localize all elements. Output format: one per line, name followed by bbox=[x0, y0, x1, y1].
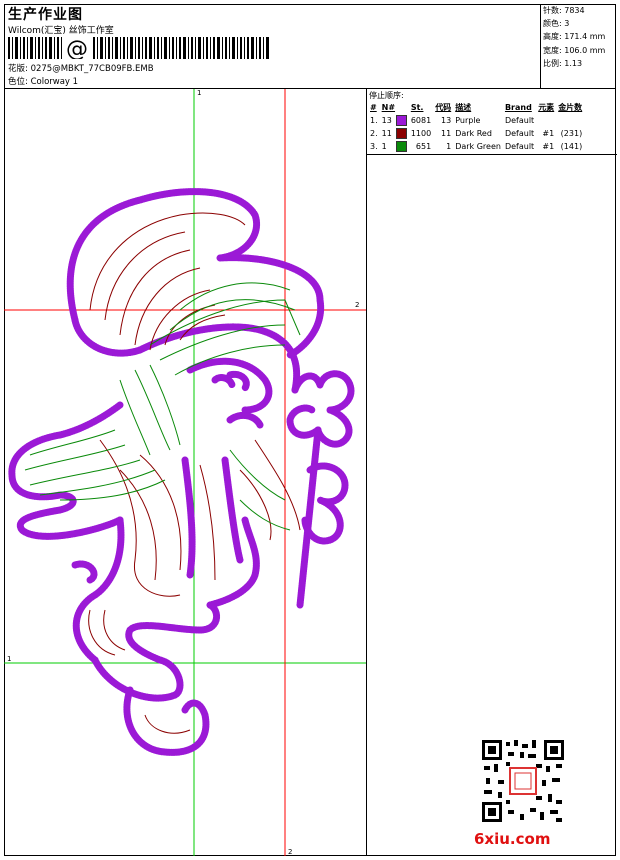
watermark-logo: 6xiu.com bbox=[474, 830, 551, 848]
purple-outline bbox=[8, 188, 355, 756]
qr-center-badge bbox=[509, 767, 537, 795]
qr-code bbox=[480, 738, 566, 824]
embroidery-design bbox=[8, 188, 355, 756]
dark-red-stitches bbox=[88, 212, 301, 734]
